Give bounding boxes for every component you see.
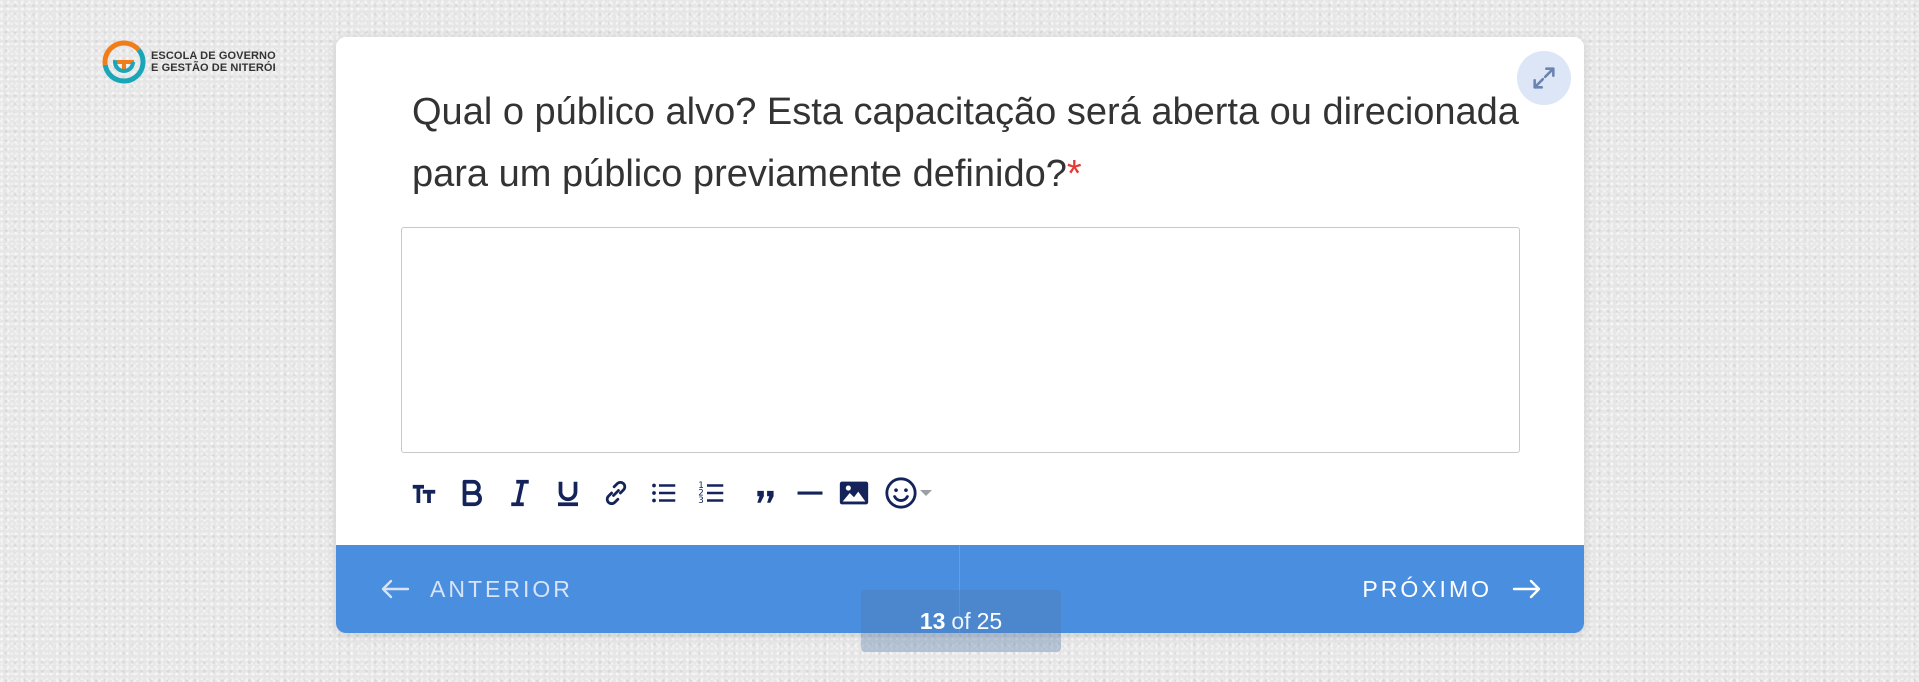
italic-icon xyxy=(511,479,529,507)
logo-text: ESCOLA DE GOVERNO E GESTÃO DE NITERÓI xyxy=(151,50,276,74)
underline-button[interactable] xyxy=(544,469,592,517)
bullet-list-icon xyxy=(652,483,676,503)
question-card: Qual o público alvo? Esta capacitação se… xyxy=(336,37,1584,633)
chevron-down-icon xyxy=(920,490,932,496)
arrow-left-icon xyxy=(381,579,410,599)
image-icon xyxy=(839,481,869,505)
italic-button[interactable] xyxy=(496,469,544,517)
text-size-icon xyxy=(412,484,436,503)
question-text: Qual o público alvo? Esta capacitação se… xyxy=(412,91,1519,195)
bullet-list-button[interactable] xyxy=(640,469,688,517)
answer-textarea[interactable] xyxy=(401,227,1520,453)
next-button[interactable]: PRÓXIMO xyxy=(1362,545,1542,633)
bold-icon xyxy=(462,479,482,507)
progress-current: 13 xyxy=(919,607,946,634)
required-mark: * xyxy=(1066,153,1082,195)
numbered-list-button[interactable]: 1 2 3 xyxy=(688,469,736,517)
arrow-right-icon xyxy=(1512,579,1541,599)
link-button[interactable] xyxy=(592,469,640,517)
bold-button[interactable] xyxy=(448,469,496,517)
expand-icon xyxy=(1533,67,1555,89)
logo: ESCOLA DE GOVERNO E GESTÃO DE NITERÓI xyxy=(101,39,276,85)
progress-of: of xyxy=(951,607,971,634)
emoji-icon xyxy=(885,477,917,509)
text-size-button[interactable] xyxy=(400,469,448,517)
logo-line-2: E GESTÃO DE NITERÓI xyxy=(151,62,276,74)
logo-line-1: ESCOLA DE GOVERNO xyxy=(151,50,276,62)
svg-text:3: 3 xyxy=(698,496,704,506)
progress-total: 25 xyxy=(976,607,1003,634)
editor-toolbar: 1 2 3 xyxy=(400,469,938,517)
image-button[interactable] xyxy=(830,469,878,517)
emoji-button[interactable] xyxy=(878,469,938,517)
horizontal-rule-icon xyxy=(797,491,823,495)
quote-button[interactable] xyxy=(742,469,790,517)
previous-button[interactable]: ANTERIOR xyxy=(380,545,573,633)
previous-label: ANTERIOR xyxy=(430,575,573,602)
question-title: Qual o público alvo? Esta capacitação se… xyxy=(412,81,1532,205)
next-label: PRÓXIMO xyxy=(1362,575,1492,602)
numbered-list-icon: 1 2 3 xyxy=(698,481,724,506)
link-icon xyxy=(605,480,627,506)
progress-indicator: 13 of 25 xyxy=(861,590,1061,652)
horizontal-rule-button[interactable] xyxy=(790,469,830,517)
logo-mark-icon xyxy=(102,40,146,84)
quote-icon xyxy=(757,490,774,503)
underline-icon xyxy=(558,481,578,507)
